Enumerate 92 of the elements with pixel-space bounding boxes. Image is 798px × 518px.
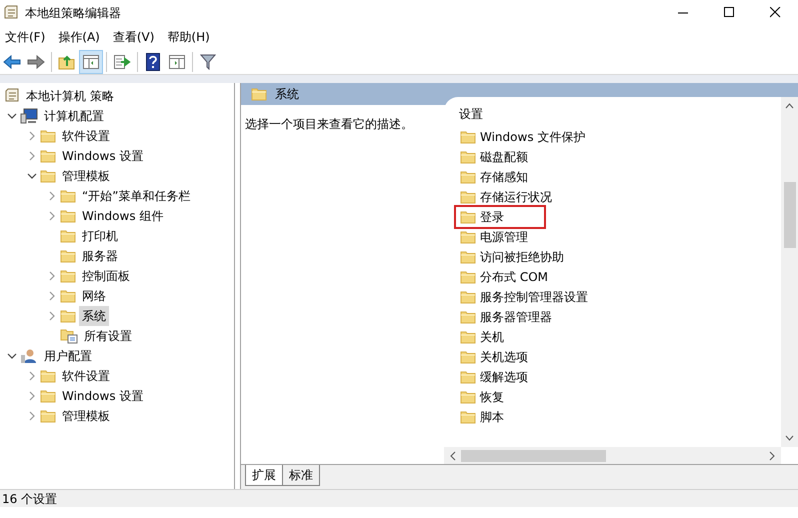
setting-item[interactable]: 电源管理 [456,227,532,247]
folder-icon [460,330,476,344]
folder-icon [460,150,476,164]
folder-icon [60,309,76,323]
folder-icon [40,169,56,183]
setting-item[interactable]: 服务控制管理器设置 [456,287,592,307]
action-pane-icon [169,54,185,68]
folder-icon [60,269,76,283]
setting-item[interactable]: 服务器管理器 [456,307,556,327]
folder-icon [60,189,76,203]
header-title: 系统 [275,86,299,103]
setting-item[interactable]: 脚本 [456,407,508,427]
help-icon [146,52,160,70]
folder-icon [460,270,476,284]
folder-icon [460,370,476,384]
document-icon [4,88,20,104]
tree-item[interactable]: 系统 [79,306,109,326]
setting-item[interactable]: 存储运行状况 [456,187,556,207]
folder-icon [460,410,476,424]
view-tab[interactable]: 标准 [282,465,320,486]
maximize-icon [724,7,734,18]
menu-item[interactable]: 操作(A) [53,26,108,48]
folder-icon [460,310,476,324]
folder-icon [40,389,56,403]
scrollbar-thumb[interactable] [461,450,606,462]
tree-item[interactable]: 计算机配置 [41,106,107,126]
tree-item[interactable]: Windows 设置 [59,146,146,166]
menu-item[interactable]: 查看(V) [108,26,162,48]
folder-icon [60,209,76,223]
setting-item[interactable]: Windows 文件保护 [456,127,590,147]
user-icon [20,348,38,364]
tree-item[interactable]: 本地计算机 策略 [23,86,117,106]
horizontal-scrollbar[interactable] [444,447,781,464]
description-text: 选择一个项目来查看它的描述。 [244,116,414,133]
back-arrow-icon [3,54,21,68]
folder-icon [40,409,56,423]
folder-icon [460,390,476,404]
tree-item[interactable]: 控制面板 [79,266,133,286]
folder-icon [460,250,476,264]
forward-arrow-icon [27,54,45,68]
tree-item[interactable]: 所有设置 [81,326,135,346]
tree-item[interactable]: 打印机 [79,226,121,246]
filter-icon [200,54,216,70]
tree-item[interactable]: Windows 设置 [59,386,146,406]
folder-icon [460,170,476,184]
folder-icon [460,130,476,144]
setting-item[interactable]: 恢复 [456,387,508,407]
folder-icon [40,149,56,163]
tree-item[interactable]: 管理模板 [59,406,113,426]
tree-item[interactable]: 软件设置 [59,126,113,146]
setting-item[interactable]: 存储感知 [456,167,532,187]
view-tab[interactable]: 扩展 [245,465,283,486]
computer-icon [20,108,38,124]
setting-item[interactable]: 关机 [456,327,508,347]
folder-icon [60,289,76,303]
folder-icon [460,190,476,204]
folder-icon [60,249,76,263]
tree-item[interactable]: “开始”菜单和任务栏 [79,186,194,206]
scrollbar-thumb[interactable] [784,182,796,248]
tree-item[interactable]: 用户配置 [41,346,95,366]
menu-item[interactable]: 文件(F) [0,26,54,48]
pane-toggle-icon [83,54,99,68]
folder-icon [460,350,476,364]
folder-icon [460,290,476,304]
setting-item[interactable]: 缓解选项 [456,367,532,387]
tree-item[interactable]: 网络 [79,286,109,306]
folder-icon [60,229,76,243]
folder-icon [251,87,267,101]
export-list-icon [113,54,131,70]
menu-item[interactable]: 帮助(H) [162,26,218,48]
pane-toggle-button[interactable] [79,50,103,74]
window-title: 本地组策略编辑器 [25,4,122,22]
folder-icon [460,230,476,244]
folder-up-icon [58,54,76,70]
close-icon [770,7,780,18]
folder-document-icon [60,328,78,344]
setting-item[interactable]: 分布式 COM [456,267,552,287]
tree-item[interactable]: 服务器 [79,246,121,266]
status-text: 16 个设置 [0,489,798,507]
setting-item[interactable]: 磁盘配额 [456,147,532,167]
setting-item[interactable]: 关机选项 [456,347,532,367]
tree-item[interactable]: 管理模板 [59,166,113,186]
vertical-scrollbar[interactable] [781,97,798,447]
tree-item[interactable]: Windows 组件 [79,206,166,226]
folder-icon [460,210,476,224]
folder-icon [40,369,56,383]
tree-item[interactable]: 软件设置 [59,366,113,386]
document-icon [3,4,19,20]
setting-item[interactable]: 登录 [456,207,544,227]
folder-icon [40,129,56,143]
setting-item[interactable]: 访问被拒绝协助 [456,247,568,267]
column-header[interactable]: 设置 [456,105,781,127]
